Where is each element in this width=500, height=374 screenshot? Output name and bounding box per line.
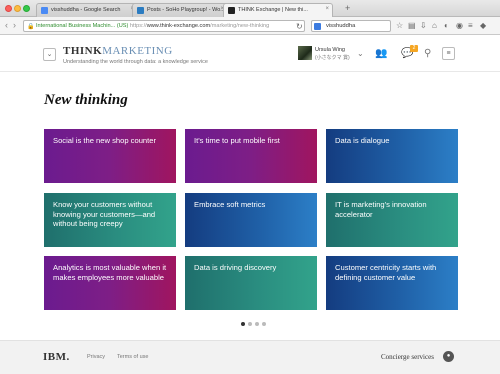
- download-icon[interactable]: ⇩: [420, 21, 427, 30]
- forward-arrow-icon[interactable]: ›: [13, 20, 16, 30]
- hamburger-icon[interactable]: ≡: [442, 47, 455, 60]
- search-box[interactable]: visshuddha: [311, 20, 391, 32]
- tab-label: Posts - SoHo Playgroup! - Wo...: [147, 7, 225, 13]
- people-icon[interactable]: 👥: [375, 48, 387, 60]
- think-favicon-icon: [228, 7, 235, 14]
- pagination-dots: [241, 313, 269, 331]
- address-bar[interactable]: 🔒 International Business Machin... (US) …: [23, 20, 305, 32]
- menu-icon[interactable]: ≡: [468, 21, 473, 30]
- notification-badge: 2: [410, 45, 418, 52]
- tab-label: visshuddha - Google Search: [51, 7, 121, 13]
- card-title: It's time to put mobile first: [194, 136, 280, 145]
- ibm-logo[interactable]: IBM.: [43, 351, 70, 363]
- article-card[interactable]: It's time to put mobile first: [185, 129, 317, 183]
- card-title: Analytics is most valuable when it makes…: [53, 263, 167, 282]
- search-icon[interactable]: ⚲: [424, 48, 431, 60]
- article-card[interactable]: Data is driving discovery: [185, 256, 317, 310]
- pagination-dot-3[interactable]: [255, 322, 259, 326]
- new-tab-icon[interactable]: +: [345, 3, 350, 13]
- chevron-down-icon[interactable]: ⌄: [43, 48, 56, 61]
- concierge-link[interactable]: Concierge services: [381, 353, 434, 361]
- search-engine-icon: [314, 23, 321, 30]
- tab-strip: visshuddha - Google Search × Posts - SoH…: [0, 0, 500, 17]
- card-title: Embrace soft metrics: [194, 200, 266, 209]
- close-window-button[interactable]: [5, 5, 12, 12]
- chevron-down-icon[interactable]: ⌄: [357, 48, 364, 60]
- minimize-window-button[interactable]: [14, 5, 21, 12]
- user-subtitle: (小さなクマ 賞): [315, 55, 350, 61]
- card-title: Customer centricity starts with defining…: [335, 263, 437, 282]
- card-title: Data is driving discovery: [194, 263, 277, 272]
- google-favicon-icon: [41, 7, 48, 14]
- extension-icon[interactable]: ◐: [444, 21, 449, 30]
- star-icon[interactable]: ☆: [396, 21, 403, 30]
- pagination-dot-1[interactable]: [241, 322, 245, 326]
- pagination-dot-4[interactable]: [262, 322, 266, 326]
- article-card[interactable]: Know your customers without knowing your…: [44, 193, 176, 247]
- browser-tab-google[interactable]: visshuddha - Google Search ×: [36, 3, 138, 17]
- extension-icon[interactable]: ◉: [456, 21, 463, 30]
- card-title: Know your customers without knowing your…: [53, 200, 156, 228]
- wordpress-favicon-icon: [137, 7, 144, 14]
- article-card[interactable]: Customer centricity starts with defining…: [326, 256, 458, 310]
- person-icon[interactable]: ●: [443, 351, 454, 362]
- lock-icon: 🔒: [27, 24, 35, 30]
- card-title: IT is marketing's innovation accelerator: [335, 200, 427, 219]
- home-icon[interactable]: ⌂: [432, 21, 437, 30]
- browser-tab-think[interactable]: THINK Exchange | New thi... ×: [223, 3, 333, 17]
- site-logo[interactable]: THINKMARKETING: [63, 45, 173, 57]
- pagination-dot-2[interactable]: [248, 322, 252, 326]
- card-title: Social is the new shop counter: [53, 136, 156, 145]
- browser-window: visshuddha - Google Search × Posts - SoH…: [0, 0, 500, 374]
- close-tab-icon[interactable]: ×: [325, 6, 329, 12]
- url-text: https://www.think-exchange.com/marketing…: [129, 23, 270, 29]
- back-arrow-icon[interactable]: ‹: [5, 20, 8, 30]
- browser-tab-posts[interactable]: Posts - SoHo Playgroup! - Wo... ×: [132, 3, 228, 17]
- page-title: New thinking: [44, 92, 128, 108]
- site-header: ⌄ THINKMARKETING Understanding the world…: [0, 36, 500, 72]
- user-name[interactable]: Ursula Wing: [315, 47, 345, 53]
- bookmarks-icon[interactable]: ▤: [408, 21, 416, 30]
- site-footer: IBM. Privacy Terms of use Concierge serv…: [0, 340, 500, 374]
- avatar[interactable]: [298, 46, 312, 60]
- card-title: Data is dialogue: [335, 136, 390, 145]
- browser-toolbar: ‹ › 🔒 International Business Machin... (…: [0, 17, 500, 35]
- tab-label: THINK Exchange | New thi...: [238, 7, 308, 13]
- article-card[interactable]: Social is the new shop counter: [44, 129, 176, 183]
- terms-link[interactable]: Terms of use: [117, 354, 148, 360]
- article-card[interactable]: Data is dialogue: [326, 129, 458, 183]
- article-card[interactable]: Embrace soft metrics: [185, 193, 317, 247]
- ev-certificate-label: International Business Machin... (US): [36, 23, 129, 29]
- article-card[interactable]: Analytics is most valuable when it makes…: [44, 256, 176, 310]
- zoom-window-button[interactable]: [23, 5, 30, 12]
- reload-icon[interactable]: ↻: [296, 22, 303, 31]
- privacy-link[interactable]: Privacy: [87, 354, 105, 360]
- site-tagline: Understanding the world through data: a …: [63, 59, 208, 65]
- extension-icon[interactable]: ◆: [480, 21, 486, 30]
- article-card[interactable]: IT is marketing's innovation accelerator: [326, 193, 458, 247]
- search-box-value: visshuddha: [326, 23, 356, 29]
